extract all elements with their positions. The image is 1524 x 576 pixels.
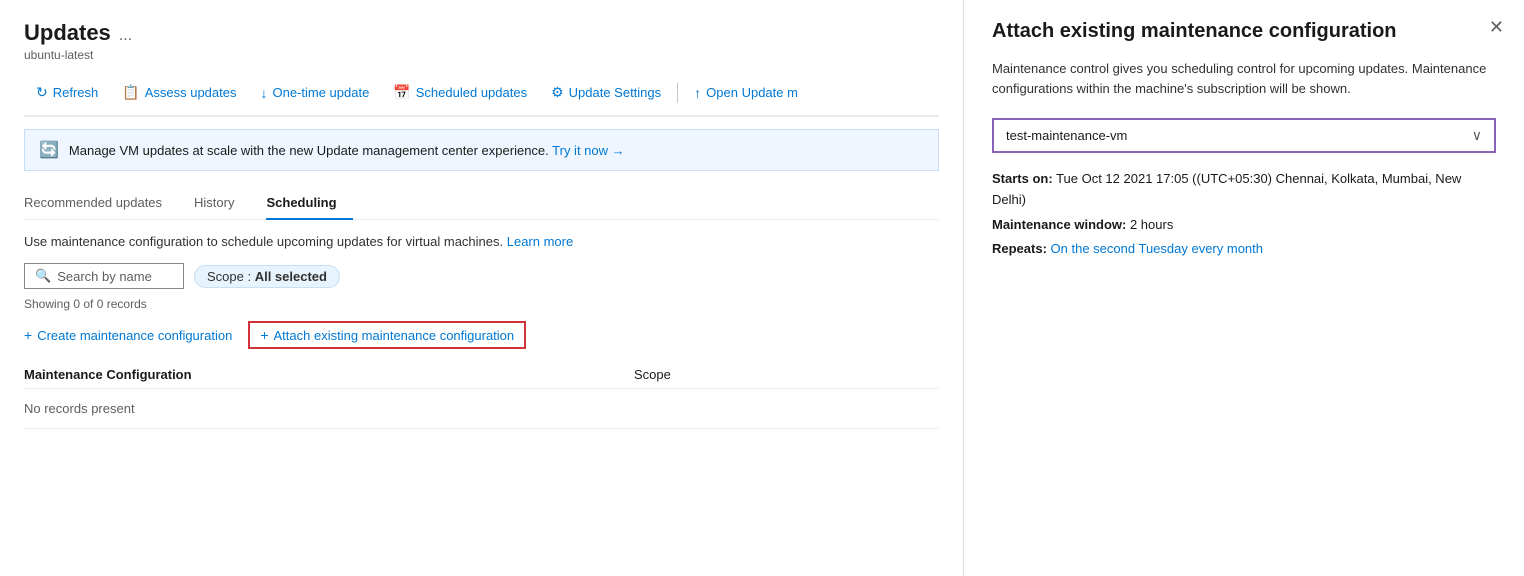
download-icon: ↓ <box>260 85 267 101</box>
page-subtitle: ubuntu-latest <box>24 48 939 62</box>
refresh-icon: ↻ <box>36 84 48 101</box>
table-header: Maintenance Configuration Scope <box>24 361 939 389</box>
assess-icon: 📋 <box>122 84 139 101</box>
panel-description: Maintenance control gives you scheduling… <box>992 59 1496 98</box>
maintenance-dropdown[interactable]: test-maintenance-vm ∨ <box>992 118 1496 153</box>
page-title: Updates <box>24 20 111 46</box>
repeats-value: On the second Tuesday every month <box>1051 241 1263 256</box>
search-box[interactable]: 🔍 Search by name <box>24 263 184 289</box>
maintenance-window-line: Maintenance window: 2 hours <box>992 215 1496 236</box>
close-button[interactable]: ✕ <box>1489 18 1504 36</box>
banner-link[interactable]: Try it now → <box>552 143 624 158</box>
attach-maintenance-button[interactable]: + Attach existing maintenance configurat… <box>248 321 526 349</box>
open-update-button[interactable]: ↑ Open Update m <box>682 79 810 107</box>
info-icon: 🔄 <box>39 140 59 160</box>
search-placeholder: Search by name <box>57 269 152 284</box>
learn-more-link[interactable]: Learn more <box>507 234 573 249</box>
refresh-button[interactable]: ↻ Refresh <box>24 78 110 107</box>
starts-on-line: Starts on: Tue Oct 12 2021 17:05 ((UTC+0… <box>992 169 1496 211</box>
toolbar: ↻ Refresh 📋 Assess updates ↓ One-time up… <box>24 78 939 117</box>
col-header-scope: Scope <box>634 367 939 382</box>
col-header-config: Maintenance Configuration <box>24 367 634 382</box>
search-icon: 🔍 <box>35 268 51 284</box>
tab-scheduling[interactable]: Scheduling <box>266 187 352 220</box>
records-count: Showing 0 of 0 records <box>24 297 939 311</box>
filter-row: 🔍 Search by name Scope : All selected <box>24 263 939 289</box>
plus-icon-attach: + <box>260 327 268 343</box>
info-banner: 🔄 Manage VM updates at scale with the ne… <box>24 129 939 171</box>
scheduled-updates-button[interactable]: 📅 Scheduled updates <box>381 78 539 107</box>
banner-text: Manage VM updates at scale with the new … <box>69 143 625 158</box>
tabs-container: Recommended updates History Scheduling <box>24 187 939 220</box>
one-time-update-button[interactable]: ↓ One-time update <box>248 79 381 107</box>
action-buttons: + Create maintenance configuration + Att… <box>24 321 939 349</box>
no-records-row: No records present <box>24 389 939 429</box>
panel-title: Attach existing maintenance configuratio… <box>992 20 1496 43</box>
create-maintenance-button[interactable]: + Create maintenance configuration <box>24 325 232 345</box>
repeats-line: Repeats: On the second Tuesday every mon… <box>992 239 1496 260</box>
scheduling-description: Use maintenance configuration to schedul… <box>24 234 939 249</box>
update-settings-button[interactable]: ⚙ Update Settings <box>539 78 673 107</box>
settings-icon: ⚙ <box>551 84 564 101</box>
left-panel: Updates ... ubuntu-latest ↻ Refresh 📋 As… <box>0 0 964 576</box>
tab-history[interactable]: History <box>194 187 250 220</box>
dropdown-value: test-maintenance-vm <box>1006 128 1127 143</box>
scope-badge[interactable]: Scope : All selected <box>194 265 340 288</box>
right-panel: Attach existing maintenance configuratio… <box>964 0 1524 576</box>
arrow-up-icon: ↑ <box>694 85 701 101</box>
tab-recommended-updates[interactable]: Recommended updates <box>24 187 178 220</box>
calendar-icon: 📅 <box>393 84 410 101</box>
page-ellipsis: ... <box>119 27 132 45</box>
plus-icon-create: + <box>24 327 32 343</box>
chevron-down-icon: ∨ <box>1472 127 1482 144</box>
toolbar-divider <box>677 83 678 103</box>
assess-updates-button[interactable]: 📋 Assess updates <box>110 78 248 107</box>
